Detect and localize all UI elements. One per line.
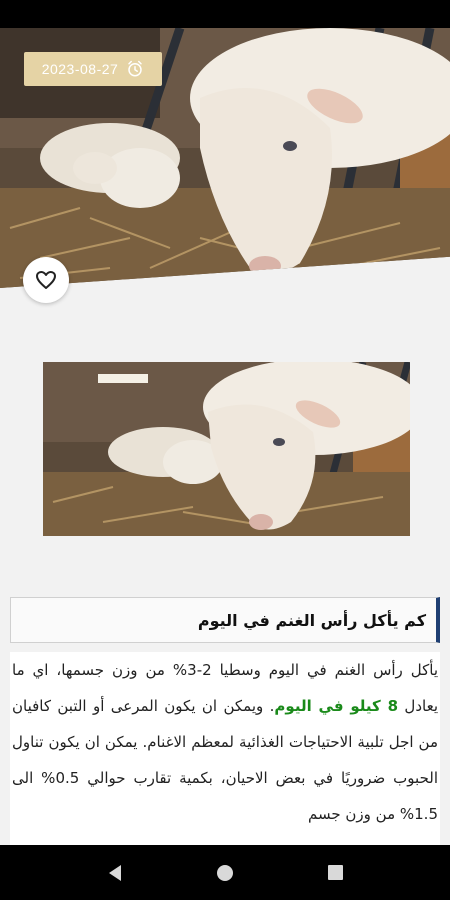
system-nav-bar [0,845,450,900]
nav-back-button[interactable] [95,853,135,893]
article-image [43,362,410,536]
article-heading: كم يأكل رأس الغنم في اليوم [197,610,426,630]
status-bar [0,0,450,28]
favorite-button[interactable] [23,257,69,303]
article-heading-box: كم يأكل رأس الغنم في اليوم [10,597,440,643]
clock-icon [128,60,143,77]
post-date: 2023-08-27 [41,61,119,77]
triangle-back-icon [109,864,121,881]
body-text-part2: . ويمكن ان يكون المرعى أو التبن كافيان م… [12,697,439,823]
sheep-photo-small [43,362,410,536]
app-screen: 2023-08-27 كم يأكل رأس الغنم في اليوم يأ… [0,0,450,900]
body-highlight: 8 كيلو في اليوم [274,697,399,715]
date-badge: 2023-08-27 [24,52,162,86]
square-recents-icon [327,865,343,880]
hero-image: 2023-08-27 [0,28,450,288]
nav-home-button[interactable] [205,853,245,893]
circle-home-icon [217,864,233,881]
article-body: يأكل رأس الغنم في اليوم وسطيا 2-3% من وز… [10,652,440,845]
nav-recents-button[interactable] [315,853,355,893]
heart-icon [36,271,56,289]
